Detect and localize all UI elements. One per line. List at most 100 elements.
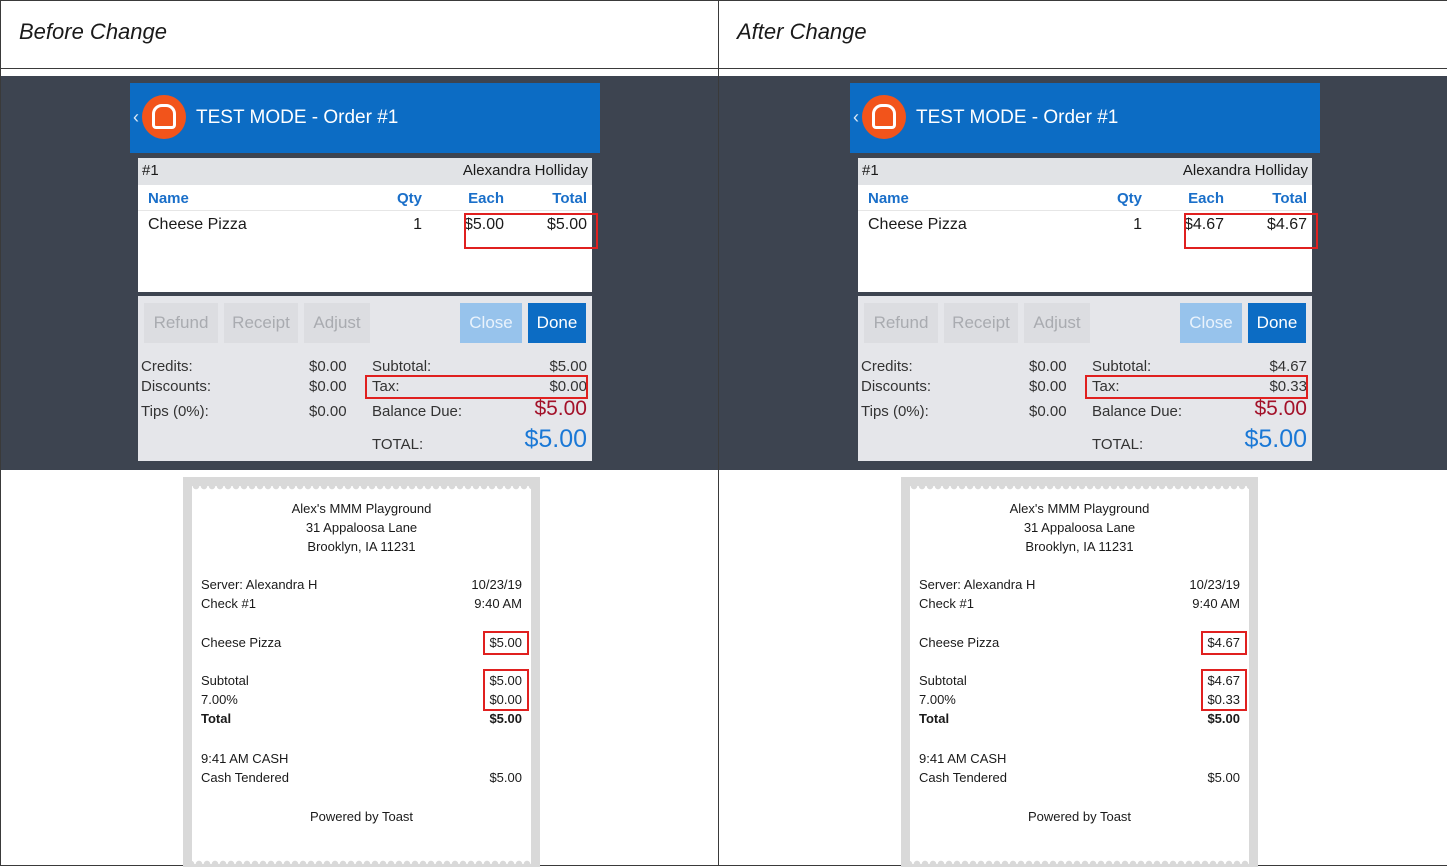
discounts-value: $0.00 [309, 378, 347, 395]
header-after: After Change [719, 1, 1447, 69]
item-qty: 1 [413, 216, 422, 234]
highlight-box [1201, 631, 1247, 655]
total-value: $5.00 [524, 425, 587, 454]
total-value: $5.00 [1244, 425, 1307, 454]
store-city: Brooklyn, IA 11231 [192, 539, 531, 554]
highlight-box [1184, 213, 1318, 249]
col-total: Total [552, 190, 587, 207]
server-line: Server: Alexandra H [919, 577, 1035, 592]
tips-label: Tips (0%): [141, 403, 209, 420]
receipt-button[interactable]: Receipt [944, 303, 1018, 343]
tendered-label: Cash Tendered [919, 770, 1007, 785]
balance-label: Balance Due: [372, 403, 462, 420]
receipt-subtotal-label: Subtotal [919, 673, 967, 688]
highlight-box [365, 375, 588, 399]
discounts-value: $0.00 [1029, 378, 1067, 395]
receipt-item: Cheese Pizza [201, 635, 281, 650]
payment-panel: Refund Receipt Adjust Close Done Credits… [858, 296, 1312, 461]
order-panel: #1 Alexandra Holliday Name Qty Each Tota… [858, 158, 1312, 274]
pos-top-bar: ‹ TEST MODE - Order #1 [850, 83, 1320, 153]
receipt-paper: Alex's MMM Playground 31 Appaloosa Lane … [192, 486, 531, 864]
receipt-total-label: Total [201, 711, 231, 726]
tendered-label: Cash Tendered [201, 770, 289, 785]
order-panel: #1 Alexandra Holliday Name Qty Each Tota… [138, 158, 592, 274]
col-qty: Qty [1117, 190, 1142, 207]
store-address: 31 Appaloosa Lane [192, 520, 531, 535]
refund-button[interactable]: Refund [864, 303, 938, 343]
close-button[interactable]: Close [1180, 303, 1242, 343]
done-button[interactable]: Done [528, 303, 586, 343]
subtotal-value: $5.00 [549, 358, 587, 375]
header-before: Before Change [1, 1, 719, 69]
comparison-table: Before Change After Change ‹ TEST MODE -… [0, 0, 1447, 866]
subtotal-label: Subtotal: [372, 358, 431, 375]
store-address: 31 Appaloosa Lane [910, 520, 1249, 535]
receipt-total-label: Total [919, 711, 949, 726]
credits-value: $0.00 [309, 358, 347, 375]
col-total: Total [1272, 190, 1307, 207]
receipt-date: 10/23/19 [1189, 577, 1240, 592]
done-button[interactable]: Done [1248, 303, 1306, 343]
receipt-time: 9:40 AM [474, 596, 522, 611]
item-name: Cheese Pizza [148, 216, 247, 234]
adjust-button[interactable]: Adjust [304, 303, 370, 343]
col-name: Name [868, 190, 909, 207]
credits-value: $0.00 [1029, 358, 1067, 375]
receipt-tax-label: 7.00% [201, 692, 238, 707]
order-header: Name Qty Each Total [138, 185, 592, 211]
server-name: Alexandra Holliday [463, 162, 588, 185]
highlight-box [1085, 375, 1308, 399]
receipt-button[interactable]: Receipt [224, 303, 298, 343]
tips-value: $0.00 [1029, 403, 1067, 420]
col-each: Each [1188, 190, 1224, 207]
order-header: Name Qty Each Total [858, 185, 1312, 211]
refund-button[interactable]: Refund [144, 303, 218, 343]
check-number: #1 [142, 162, 159, 185]
receipt-item: Cheese Pizza [919, 635, 999, 650]
back-chevron-icon[interactable]: ‹ [133, 107, 139, 128]
tips-value: $0.00 [309, 403, 347, 420]
server-name: Alexandra Holliday [1183, 162, 1308, 185]
store-city: Brooklyn, IA 11231 [910, 539, 1249, 554]
receipt-footer: Powered by Toast [910, 809, 1249, 824]
adjust-button[interactable]: Adjust [1024, 303, 1090, 343]
subtotal-value: $4.67 [1269, 358, 1307, 375]
col-name: Name [148, 190, 189, 207]
payment-panel: Refund Receipt Adjust Close Done Credits… [138, 296, 592, 461]
receipt-total: $5.00 [1207, 711, 1240, 726]
discounts-label: Discounts: [861, 378, 931, 395]
pos-screen-before: ‹ TEST MODE - Order #1 #1 Alexandra Holl… [130, 83, 600, 469]
store-name: Alex's MMM Playground [192, 501, 531, 516]
credits-label: Credits: [861, 358, 913, 375]
payment-line: 9:41 AM CASH [919, 751, 1006, 766]
check-line: Check #1 [201, 596, 256, 611]
pos-title: TEST MODE - Order #1 [196, 107, 398, 129]
check-number: #1 [862, 162, 879, 185]
receipt-footer: Powered by Toast [192, 809, 531, 824]
credits-label: Credits: [141, 358, 193, 375]
pos-screen-after: ‹ TEST MODE - Order #1 #1 Alexandra Holl… [850, 83, 1320, 469]
server-line: Server: Alexandra H [201, 577, 317, 592]
receipt-date: 10/23/19 [471, 577, 522, 592]
receipt-before: Alex's MMM Playground 31 Appaloosa Lane … [183, 477, 540, 867]
tendered-value: $5.00 [1207, 770, 1240, 785]
discounts-label: Discounts: [141, 378, 211, 395]
receipt-tax-label: 7.00% [919, 692, 956, 707]
back-chevron-icon[interactable]: ‹ [853, 107, 859, 128]
pos-title: TEST MODE - Order #1 [916, 107, 1118, 129]
check-bar: #1 Alexandra Holliday [858, 158, 1312, 185]
total-label: TOTAL: [1092, 436, 1143, 453]
tips-label: Tips (0%): [861, 403, 929, 420]
check-bar: #1 Alexandra Holliday [138, 158, 592, 185]
receipt-total: $5.00 [489, 711, 522, 726]
pos-top-bar: ‹ TEST MODE - Order #1 [130, 83, 600, 153]
check-line: Check #1 [919, 596, 974, 611]
total-label: TOTAL: [372, 436, 423, 453]
store-name: Alex's MMM Playground [910, 501, 1249, 516]
tendered-value: $5.00 [489, 770, 522, 785]
highlight-box [483, 631, 529, 655]
col-each: Each [468, 190, 504, 207]
col-qty: Qty [397, 190, 422, 207]
close-button[interactable]: Close [460, 303, 522, 343]
highlight-box [483, 669, 529, 711]
